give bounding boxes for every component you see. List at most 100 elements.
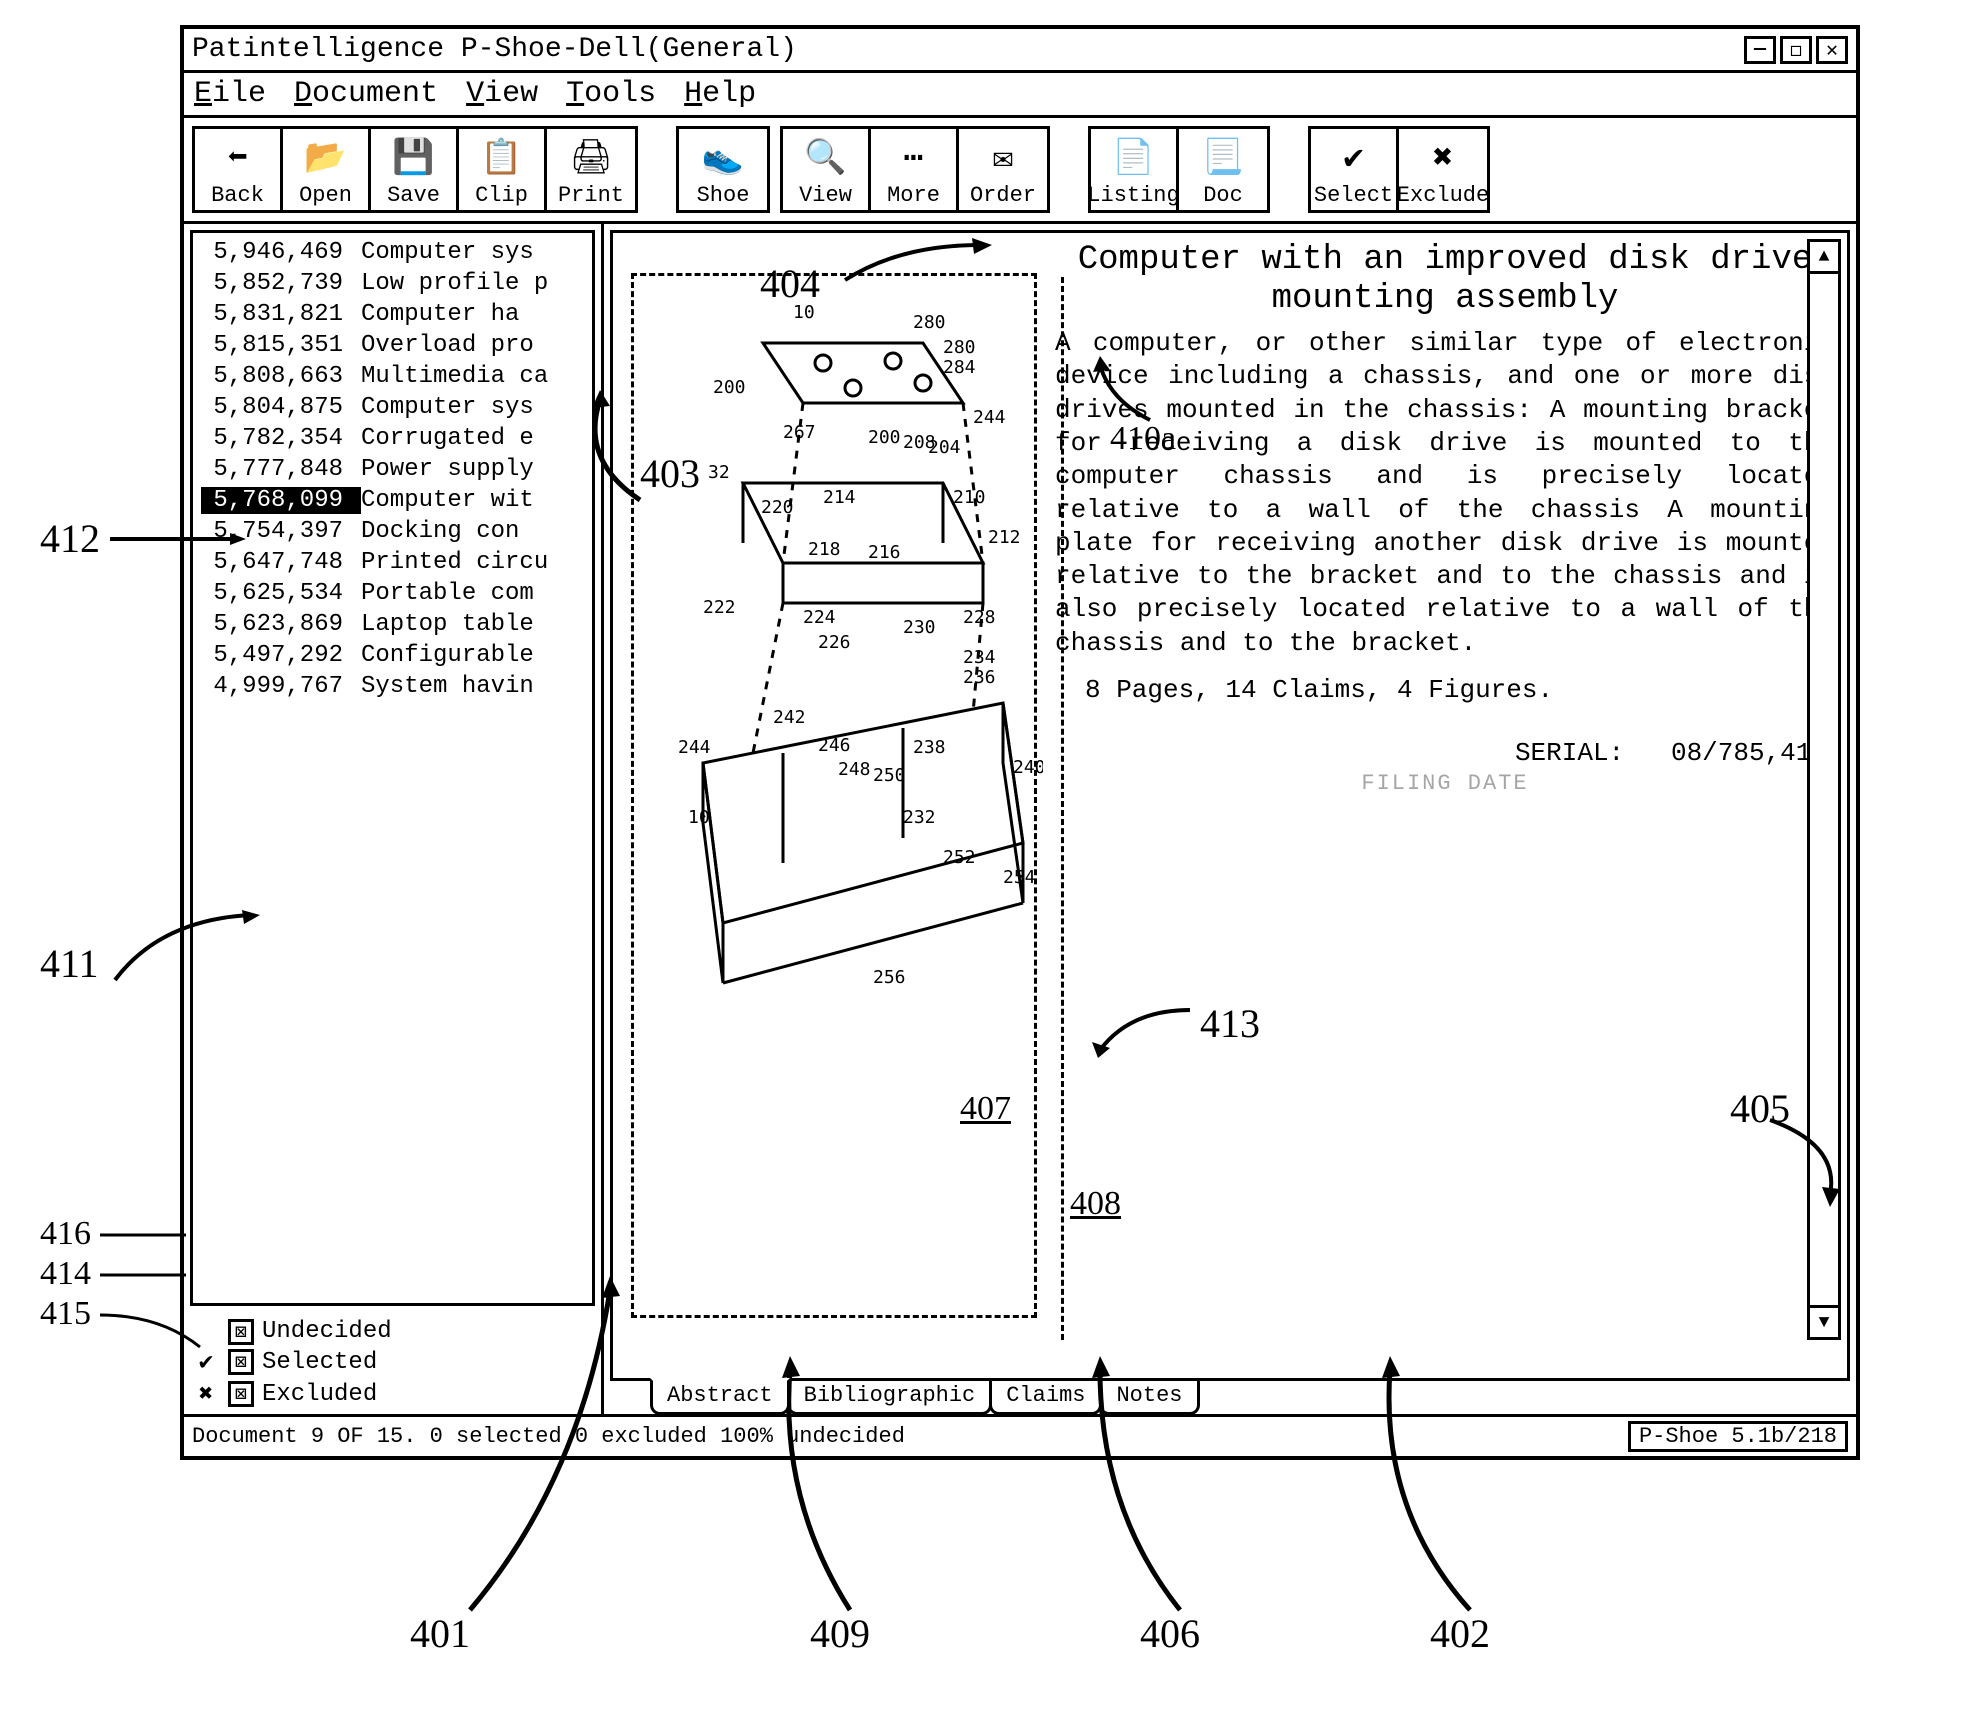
undecided-checkbox[interactable]: ⊠ — [228, 1319, 254, 1345]
svg-text:234: 234 — [963, 647, 996, 668]
svg-text:240: 240 — [1013, 757, 1043, 778]
printer-icon: 🖨 — [569, 133, 612, 183]
svg-text:218: 218 — [808, 539, 841, 560]
annotation-414: 414 — [40, 1255, 91, 1293]
list-item[interactable]: 4,999,767System havin — [193, 671, 592, 702]
app-window: Patintelligence P-Shoe-Dell(General) — ◻… — [180, 25, 1860, 1460]
svg-text:246: 246 — [818, 735, 851, 756]
exclude-button[interactable]: ✖ Exclude — [1399, 129, 1487, 210]
annotation-409: 409 — [810, 1610, 870, 1657]
patent-number: 5,815,351 — [201, 332, 361, 359]
patent-title-truncated: Computer sys — [361, 394, 534, 421]
annotation-416: 416 — [40, 1215, 91, 1253]
back-arrow-icon: ⬅ — [227, 133, 247, 183]
patent-title-truncated: System havin — [361, 673, 534, 700]
figure-pane: 10 280 280 284 200 267 200 208 204 244 3 — [613, 233, 1043, 1378]
menu-file[interactable]: Eile — [194, 77, 266, 111]
svg-text:214: 214 — [823, 487, 856, 508]
legend-excluded-label: Excluded — [262, 1381, 377, 1408]
list-item[interactable]: 5,497,292Configurable — [193, 640, 592, 671]
svg-text:10: 10 — [688, 807, 710, 828]
list-item[interactable]: 5,754,397Docking con — [193, 516, 592, 547]
svg-text:244: 244 — [973, 407, 1006, 428]
menu-document[interactable]: Document — [294, 77, 438, 111]
list-item[interactable]: 5,623,869Laptop table — [193, 609, 592, 640]
patent-number: 5,831,821 — [201, 301, 361, 328]
doc-button[interactable]: 📃 Doc — [1179, 129, 1267, 210]
select-button[interactable]: ✔ Select — [1311, 129, 1399, 210]
listing-button[interactable]: 📄 Listing — [1091, 129, 1179, 210]
patent-number: 5,625,534 — [201, 580, 361, 607]
shoe-button[interactable]: 👟 Shoe — [679, 129, 767, 210]
list-item[interactable]: 5,946,469Computer sys — [193, 237, 592, 268]
order-button[interactable]: ✉ Order — [959, 129, 1047, 210]
patent-title-truncated: Printed circu — [361, 549, 548, 576]
detail-abstract: A computer, or other similar type of ele… — [1055, 327, 1835, 660]
close-button[interactable]: ✕ — [1816, 36, 1848, 64]
menu-bar: Eile Document View Tools Help — [184, 73, 1856, 118]
svg-text:210: 210 — [953, 487, 986, 508]
patent-list[interactable]: 5,946,469Computer sys5,852,739Low profil… — [190, 230, 595, 1306]
svg-text:200: 200 — [713, 377, 746, 398]
list-item[interactable]: 5,852,739Low profile p — [193, 268, 592, 299]
serial-label: SERIAL: — [1515, 738, 1624, 768]
list-item[interactable]: 5,768,099Computer wit — [193, 485, 592, 516]
svg-text:254: 254 — [1003, 867, 1036, 888]
clip-button[interactable]: 📋 Clip — [459, 129, 547, 210]
annotation-411: 411 — [40, 940, 99, 987]
menu-tools[interactable]: Tools — [566, 77, 656, 111]
svg-text:228: 228 — [963, 607, 996, 628]
svg-text:256: 256 — [873, 967, 906, 988]
view-button[interactable]: 🔍 View — [783, 129, 871, 210]
list-item[interactable]: 5,831,821Computer ha — [193, 299, 592, 330]
minimize-button[interactable]: — — [1744, 36, 1776, 64]
serial-row: SERIAL: 08/785,416 — [1055, 737, 1835, 770]
save-button[interactable]: 💾 Save — [371, 129, 459, 210]
toolbar: ⬅ Back 📂 Open 💾 Save 📋 Clip 🖨 Prin — [184, 118, 1856, 224]
svg-text:252: 252 — [943, 847, 976, 868]
filing-date-label: FILING DATE — [1055, 770, 1835, 798]
list-item[interactable]: 5,815,351Overload pro — [193, 330, 592, 361]
open-button[interactable]: 📂 Open — [283, 129, 371, 210]
svg-text:204: 204 — [928, 437, 961, 458]
menu-help[interactable]: Help — [684, 77, 756, 111]
patent-figure-icon: 10 280 280 284 200 267 200 208 204 244 3 — [643, 283, 1043, 1013]
annotation-413: 413 — [1200, 1000, 1260, 1047]
patent-title-truncated: Overload pro — [361, 332, 534, 359]
list-item[interactable]: 5,804,875Computer sys — [193, 392, 592, 423]
patent-number: 5,647,748 — [201, 549, 361, 576]
scroll-up-button[interactable]: ▲ — [1810, 242, 1838, 274]
more-button[interactable]: ⋯ More — [871, 129, 959, 210]
annotation-410a: 410a — [1110, 420, 1176, 458]
list-item[interactable]: 5,625,534Portable com — [193, 578, 592, 609]
patent-title-truncated: Laptop table — [361, 611, 534, 638]
svg-text:220: 220 — [761, 497, 794, 518]
menu-view[interactable]: View — [466, 77, 538, 111]
folder-open-icon: 📂 — [304, 133, 346, 183]
check-icon: ✔ — [1343, 133, 1363, 183]
text-pane: Computer with an improved disk drive mou… — [1043, 233, 1847, 1378]
annotation-415: 415 — [40, 1295, 91, 1333]
excluded-checkbox[interactable]: ⊠ — [228, 1381, 254, 1407]
annotation-401: 401 — [410, 1610, 470, 1657]
title-bar: Patintelligence P-Shoe-Dell(General) — ◻… — [184, 29, 1856, 73]
list-item[interactable]: 5,808,663Multimedia ca — [193, 361, 592, 392]
patent-number: 5,808,663 — [201, 363, 361, 390]
print-button[interactable]: 🖨 Print — [547, 129, 635, 210]
tab-abstract[interactable]: Abstract — [650, 1378, 790, 1415]
list-item[interactable]: 5,777,848Power supply — [193, 454, 592, 485]
view-icon: 🔍 — [804, 133, 846, 183]
scroll-down-button[interactable]: ▼ — [1810, 1305, 1838, 1337]
back-button[interactable]: ⬅ Back — [195, 129, 283, 210]
more-icon: ⋯ — [903, 133, 923, 183]
detail-counts: 8 Pages, 14 Claims, 4 Figures. — [1055, 674, 1835, 707]
list-item[interactable]: 5,647,748Printed circu — [193, 547, 592, 578]
maximize-button[interactable]: ◻ — [1780, 36, 1812, 64]
legend-selected-label: Selected — [262, 1349, 377, 1376]
svg-text:250: 250 — [873, 765, 906, 786]
selected-checkbox[interactable]: ⊠ — [228, 1349, 254, 1375]
svg-text:267: 267 — [783, 422, 816, 443]
shoe-icon: 👟 — [702, 133, 744, 183]
list-item[interactable]: 5,782,354Corrugated e — [193, 423, 592, 454]
svg-text:242: 242 — [773, 707, 806, 728]
